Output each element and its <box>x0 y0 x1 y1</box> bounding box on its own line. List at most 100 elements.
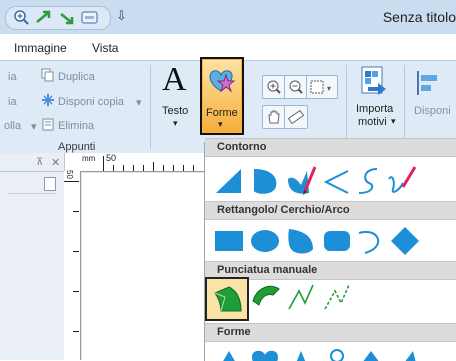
ruler-tick <box>64 181 79 182</box>
customize-qat-icon[interactable]: ⇩ <box>116 8 127 24</box>
zoom-out-icon <box>289 80 303 94</box>
close-icon[interactable]: ✕ <box>51 156 60 169</box>
manual-punch-arc[interactable] <box>249 281 281 313</box>
dropdown-arrow-icon: ▾ <box>136 97 142 109</box>
manual-punch-dashed[interactable] <box>321 281 353 313</box>
shape-triangle-partial[interactable] <box>213 347 245 361</box>
ruler-tick <box>133 165 134 171</box>
quick-access-toolbar <box>5 6 111 30</box>
outline-triangle-shape[interactable] <box>213 165 245 197</box>
shape-person-partial[interactable] <box>321 347 353 361</box>
manual-punch-fill-selected[interactable] <box>205 277 249 321</box>
vertical-ruler: 50 <box>64 170 81 360</box>
ruler-tick <box>143 165 144 171</box>
ruler-tick <box>193 165 194 171</box>
shape-triangle-right-partial[interactable] <box>389 347 421 361</box>
tab-vista[interactable]: Vista <box>92 41 118 55</box>
zoom-in-icon[interactable] <box>12 9 32 26</box>
green-fan-fill-icon <box>214 286 242 312</box>
ruler-tick <box>153 162 154 171</box>
zoom-in-button[interactable] <box>262 75 285 99</box>
ruler-tick <box>73 251 79 252</box>
shapes-button[interactable]: Forme ▾ <box>200 57 244 135</box>
ellipse-shape[interactable] <box>249 225 281 257</box>
category-rettangolo-cerchio-arco: Rettangolo/ Cerchio/Arco <box>205 201 456 220</box>
text-icon[interactable]: A <box>162 61 187 99</box>
shape-arrow-partial[interactable] <box>355 347 387 361</box>
ribbon-partial-label-2[interactable]: ia <box>8 96 17 108</box>
fan-shape[interactable] <box>285 225 317 257</box>
duplicate-icon <box>41 68 54 82</box>
shapes-icon <box>209 70 236 93</box>
ruler-tick <box>113 165 114 171</box>
delete-button[interactable]: Elimina <box>58 120 94 132</box>
category-label: Punciatua manuale <box>217 264 318 276</box>
ruler-left-mark: 50 <box>64 170 74 179</box>
ruler-tick <box>103 156 104 171</box>
duplicate-button[interactable]: Duplica <box>58 71 95 83</box>
ribbon-partial-label-1[interactable]: ia <box>8 71 17 83</box>
hand-icon <box>268 110 280 124</box>
category-label: Rettangolo/ Cerchio/Arco <box>217 204 350 216</box>
rounded-rectangle-shape[interactable] <box>321 225 353 257</box>
rectangle-shape[interactable] <box>213 225 245 257</box>
ruler-tick <box>73 291 79 292</box>
ruler-tick <box>73 211 79 212</box>
svg-text:▾: ▾ <box>327 84 331 93</box>
arrange-icon[interactable] <box>414 69 442 97</box>
text-button[interactable]: Testo <box>162 105 188 117</box>
design-page[interactable] <box>82 173 210 360</box>
arrange-copy-button[interactable]: Disponi copia <box>58 96 124 108</box>
category-forme: Forme <box>205 323 456 342</box>
import-button-label-2[interactable]: motivi <box>358 116 387 128</box>
dropdown-arrow-icon: ▾ <box>391 116 396 126</box>
ribbon-separator <box>404 65 405 149</box>
import-button-label-1[interactable]: Importa <box>356 103 393 115</box>
outline-rounded-shape[interactable] <box>249 165 281 197</box>
dropdown-arrow-icon: ▾ <box>31 121 37 133</box>
category-contorno: Contorno <box>205 138 456 157</box>
arc-shape[interactable] <box>355 225 387 257</box>
shapes-button-label: Forme <box>206 107 238 119</box>
import-patterns-icon[interactable] <box>358 65 390 97</box>
dropdown-arrow-icon: ▾ <box>218 119 223 129</box>
shapes-dropdown: Contorno Rettangolo/ Cerchio/Arco Puncia… <box>204 138 456 361</box>
ribbon-separator <box>346 65 347 149</box>
ruler-tick <box>183 165 184 171</box>
zoom-fit-icon: ▾ <box>310 80 331 94</box>
panel-divider <box>0 171 64 172</box>
category-label: Contorno <box>217 141 267 153</box>
arrange-button[interactable]: Disponi <box>414 105 451 117</box>
ribbon-partial-label-3[interactable]: olla <box>4 120 21 132</box>
pin-icon[interactable]: ⊼ <box>36 157 43 168</box>
measure-button[interactable] <box>284 105 308 129</box>
diamond-shape[interactable] <box>389 225 421 257</box>
zoom-fit-button[interactable]: ▾ <box>306 75 338 99</box>
ruler-icon <box>287 109 305 125</box>
group-label-appunti: Appunti <box>58 141 96 153</box>
window-title: Senza titolo <box>382 9 456 25</box>
panel-divider <box>8 193 56 194</box>
keyboard-icon[interactable] <box>80 9 100 26</box>
pan-button[interactable] <box>262 105 285 129</box>
ribbon-separator <box>150 65 151 149</box>
ruler-tick <box>123 165 124 171</box>
panel-tool-icon[interactable] <box>44 177 56 191</box>
arrange-copy-icon <box>42 94 54 106</box>
outline-angle-line[interactable] <box>321 165 353 197</box>
shape-star-partial[interactable] <box>285 347 317 361</box>
tab-immagine[interactable]: Immagine <box>14 41 67 55</box>
redo-icon[interactable] <box>58 9 78 26</box>
ruler-tick <box>173 165 174 171</box>
manual-punch-zigzag[interactable] <box>285 281 317 313</box>
outline-curve-line[interactable] <box>353 165 385 197</box>
ruler-unit: mm <box>82 154 96 163</box>
shape-heart-partial[interactable] <box>249 347 281 361</box>
zoom-in-icon <box>267 80 281 94</box>
undo-icon[interactable] <box>34 9 54 26</box>
category-label: Forme <box>217 326 251 338</box>
outline-pen-shape[interactable] <box>285 165 317 197</box>
ruler-mark-label: 50 <box>106 153 117 163</box>
outline-freehand-line[interactable] <box>385 165 417 197</box>
zoom-out-button[interactable] <box>284 75 307 99</box>
